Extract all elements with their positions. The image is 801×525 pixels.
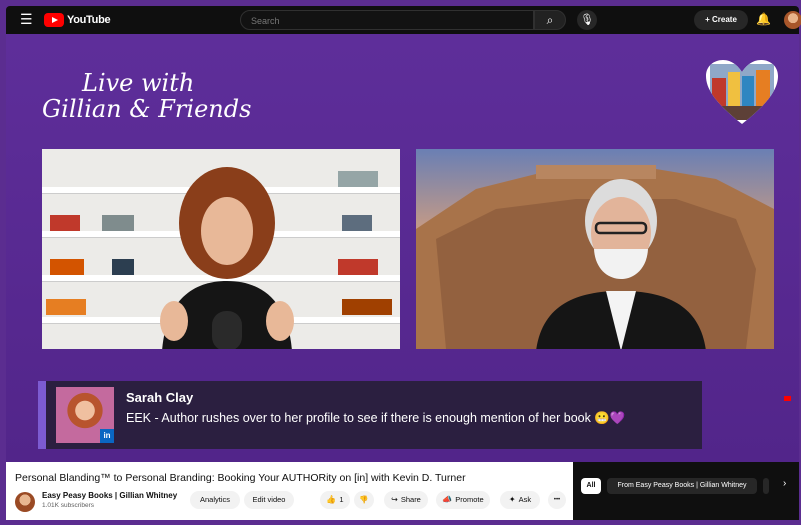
filter-chip-all[interactable]: All — [581, 478, 601, 494]
youtube-play-icon — [44, 13, 64, 27]
youtube-mini-icon — [784, 396, 791, 401]
app-frame: ☰ YouTube Search ⌕ 🎙 + Create 🔔 Live wit… — [0, 0, 801, 525]
share-icon: ↪ — [391, 495, 398, 504]
like-count: 1 — [339, 495, 344, 504]
book — [338, 171, 378, 187]
edit-video-label: Edit video — [252, 495, 286, 504]
like-button[interactable]: 👍 1 — [320, 491, 350, 509]
menu-icon[interactable]: ☰ — [20, 12, 34, 26]
mini-watermark — [784, 394, 798, 424]
voice-search-button[interactable]: 🎙 — [577, 10, 597, 30]
ask-label: Ask — [518, 495, 532, 504]
thumbs-down-icon: 👎 — [359, 495, 369, 504]
thumbs-up-icon: 👍 — [326, 495, 337, 504]
comment-lower-third: in Sarah Clay EEK - Author rushes over t… — [38, 381, 702, 449]
microphone-icon: 🎙 — [580, 14, 594, 26]
search-button[interactable]: ⌕ — [534, 10, 566, 30]
host-person — [160, 167, 294, 349]
video-player[interactable]: Live with Gillian & Friends in Sarah Cla… — [6, 34, 799, 462]
book — [50, 215, 80, 231]
chevron-right-icon[interactable]: › — [783, 478, 786, 489]
video-title: Personal Blanding™ to Personal Branding:… — [15, 472, 466, 484]
search-icon: ⌕ — [546, 13, 554, 27]
commenter-name: Sarah Clay — [126, 390, 194, 405]
book — [342, 299, 392, 315]
related-panel: All From Easy Peasy Books | Gillian Whit… — [573, 462, 799, 520]
guest-person — [536, 179, 706, 349]
book — [342, 215, 372, 231]
guest-video-panel — [416, 149, 774, 349]
more-icon: ••• — [553, 497, 561, 503]
more-actions-button[interactable]: ••• — [548, 491, 566, 509]
sparkle-icon: ✦ — [508, 495, 516, 504]
heart-photo-frame — [706, 60, 778, 124]
book — [112, 259, 134, 275]
host-video-panel — [42, 149, 400, 349]
ask-button[interactable]: ✦ Ask — [500, 491, 540, 509]
linkedin-icon: in — [100, 429, 114, 443]
filter-chip-partial[interactable] — [763, 478, 769, 494]
channel-avatar[interactable] — [15, 492, 35, 512]
filter-chip-from-channel[interactable]: From Easy Peasy Books | Gillian Whitney — [607, 478, 757, 494]
promote-button[interactable]: 📣 Promote — [436, 491, 490, 509]
share-button[interactable]: ↪ Share — [384, 491, 428, 509]
accent-stripe — [38, 381, 46, 449]
plus-icon: + — [705, 15, 710, 24]
dislike-button[interactable]: 👎 — [354, 491, 374, 509]
megaphone-icon: 📣 — [442, 495, 453, 504]
youtube-logo[interactable]: YouTube — [44, 12, 111, 28]
subscriber-count: 1.01K subscribers — [42, 502, 95, 509]
search-input[interactable]: Search — [240, 10, 534, 30]
create-button[interactable]: + Create — [694, 10, 748, 30]
video-info: Personal Blanding™ to Personal Branding:… — [6, 462, 573, 520]
book — [102, 215, 134, 231]
analytics-label: Analytics — [199, 495, 230, 504]
promote-label: Promote — [455, 495, 484, 504]
share-label: Share — [400, 495, 421, 504]
logo-text: YouTube — [67, 14, 111, 26]
create-label: Create — [712, 15, 737, 24]
show-title: Live with Gillian & Friends — [42, 70, 251, 122]
top-bar: ☰ YouTube Search ⌕ 🎙 + Create 🔔 — [6, 6, 801, 34]
show-title-line2: Gillian & Friends — [42, 95, 252, 123]
book — [338, 259, 378, 275]
book — [50, 259, 84, 275]
account-avatar[interactable] — [784, 11, 801, 29]
analytics-button[interactable]: Analytics — [190, 491, 240, 509]
comment-text: EEK - Author rushes over to her profile … — [126, 411, 626, 425]
book — [46, 299, 86, 315]
notifications-bell-icon[interactable]: 🔔 — [756, 12, 771, 26]
show-title-line1: Live with — [82, 69, 195, 97]
channel-name[interactable]: Easy Peasy Books | Gillian Whitney — [42, 491, 177, 500]
edit-video-button[interactable]: Edit video — [244, 491, 294, 509]
